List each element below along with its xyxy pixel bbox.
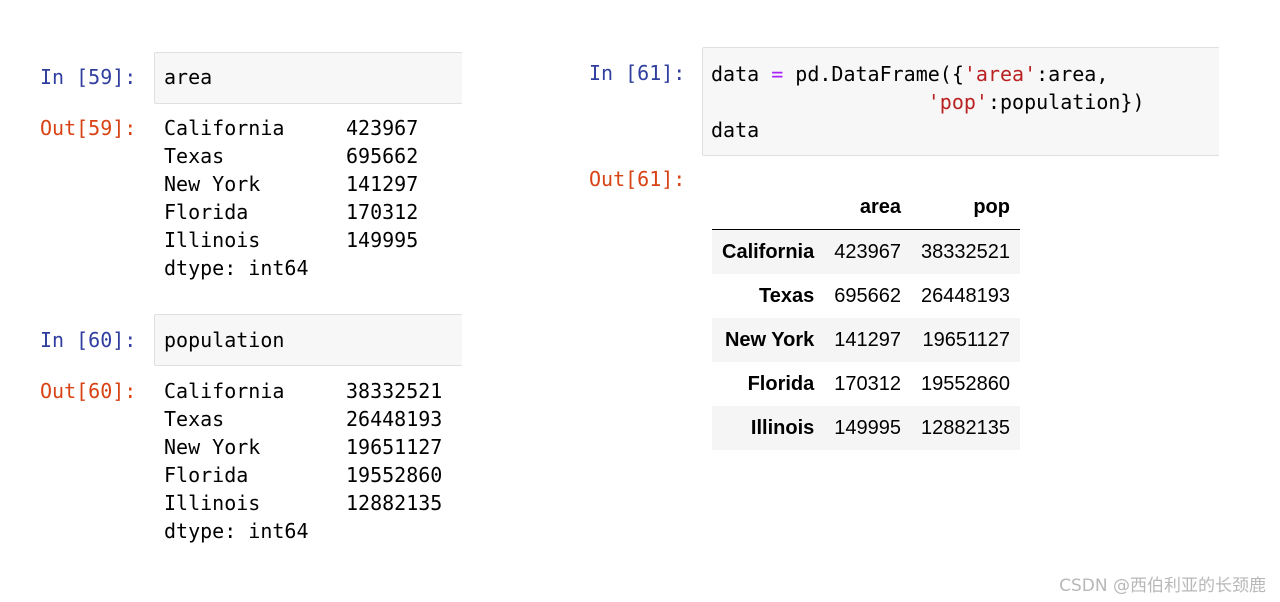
- row-index: Illinois: [750, 416, 815, 439]
- code-cell-60[interactable]: population: [154, 314, 462, 366]
- series-value: 141297: [346, 172, 419, 196]
- table-row: Florida 170312 19552860: [712, 362, 1020, 406]
- cell-pop: 19651127: [922, 328, 1010, 351]
- cell-pop: 19552860: [921, 372, 1010, 395]
- series-dtype: dtype: int64: [164, 519, 309, 543]
- cell-area: 695662: [834, 284, 901, 307]
- assign-operator: =: [771, 62, 784, 86]
- series-index: New York: [164, 172, 261, 196]
- code-line-3[interactable]: data: [711, 116, 759, 144]
- series-value: 12882135: [346, 491, 443, 515]
- series-dtype: dtype: int64: [164, 256, 309, 280]
- series-value: 149995: [346, 228, 419, 252]
- series-value: 695662: [346, 144, 419, 168]
- cell-pop: 12882135: [921, 416, 1010, 439]
- row-index: New York: [724, 328, 815, 351]
- series-row: Florida 170312: [164, 198, 418, 226]
- code-cell-59[interactable]: area: [154, 52, 462, 104]
- series-value: 19651127: [346, 435, 443, 459]
- series-row: California 38332521: [164, 377, 442, 405]
- code-text-60[interactable]: population: [164, 326, 284, 354]
- series-row: Illinois 149995: [164, 226, 418, 254]
- table-row: New York 141297 19651127: [712, 318, 1020, 362]
- column-header: pop: [911, 185, 1020, 230]
- out-prompt-60: Out[60]:: [40, 379, 137, 403]
- row-index: Florida: [747, 372, 815, 395]
- series-index: Illinois: [164, 491, 261, 515]
- cell-pop: 38332521: [921, 240, 1010, 263]
- out-prompt-61: Out[61]:: [589, 167, 686, 191]
- watermark: CSDN @西伯利亚的长颈鹿: [1059, 576, 1266, 596]
- series-index: Florida: [164, 200, 249, 224]
- series-value: 26448193: [346, 407, 443, 431]
- series-value: 38332521: [346, 379, 443, 403]
- series-index: Florida: [164, 463, 249, 487]
- cell-area: 423967: [834, 240, 901, 263]
- code-line-1[interactable]: data = pd.DataFrame({'area':area,: [711, 60, 1108, 88]
- out-prompt-59: Out[59]:: [40, 116, 137, 140]
- row-index: Texas: [759, 284, 815, 307]
- series-value: 170312: [346, 200, 419, 224]
- cell-area: 170312: [834, 372, 901, 395]
- code-text-59[interactable]: area: [164, 63, 212, 91]
- cell-pop: 26448193: [921, 284, 1010, 307]
- series-row: Illinois 12882135: [164, 489, 442, 517]
- in-prompt-60: In [60]:: [40, 328, 137, 352]
- code-cell-61[interactable]: data = pd.DataFrame({'area':area, 'pop':…: [702, 47, 1219, 156]
- cell-area: 141297: [834, 328, 901, 351]
- series-row: Florida 19552860: [164, 461, 442, 489]
- table-row: Texas 695662 26448193: [712, 274, 1020, 318]
- series-index: California: [164, 379, 285, 403]
- series-index: Texas: [164, 407, 225, 431]
- row-index: California: [722, 240, 815, 263]
- table-row: California 423967 38332521: [712, 229, 1020, 274]
- string-literal: 'pop': [927, 90, 988, 114]
- series-row: Texas 26448193: [164, 405, 442, 433]
- table-row: Illinois 149995 12882135: [712, 406, 1020, 450]
- series-row: Texas 695662: [164, 142, 418, 170]
- series-output-59: California 423967 Texas 695662 New York 141…: [164, 114, 418, 282]
- series-value: 19552860: [346, 463, 443, 487]
- series-row: New York 141297: [164, 170, 418, 198]
- code-token: data: [711, 62, 772, 86]
- index-header: [712, 185, 825, 230]
- code-line-2[interactable]: 'pop':population}): [711, 88, 1145, 116]
- series-output-60: California 38332521 Texas 26448193 New Yor…: [164, 377, 442, 545]
- dataframe-table: area pop California 423967 38332521 Texas 6…: [712, 185, 1020, 450]
- string-literal: 'area': [963, 62, 1037, 86]
- code-token: :population}): [987, 90, 1145, 114]
- code-token: :area,: [1036, 62, 1109, 86]
- series-index: California: [164, 116, 285, 140]
- series-value: 423967: [346, 116, 419, 140]
- column-header: area: [824, 185, 911, 230]
- series-row: New York 19651127: [164, 433, 442, 461]
- series-row: California 423967: [164, 114, 418, 142]
- in-prompt-59: In [59]:: [40, 65, 137, 89]
- series-index: Texas: [164, 144, 225, 168]
- in-prompt-61: In [61]:: [589, 61, 686, 85]
- code-token: pd.DataFrame({: [783, 62, 964, 86]
- table-header-row: area pop: [712, 185, 1020, 230]
- series-index: Illinois: [164, 228, 261, 252]
- series-index: New York: [164, 435, 261, 459]
- cell-area: 149995: [834, 416, 901, 439]
